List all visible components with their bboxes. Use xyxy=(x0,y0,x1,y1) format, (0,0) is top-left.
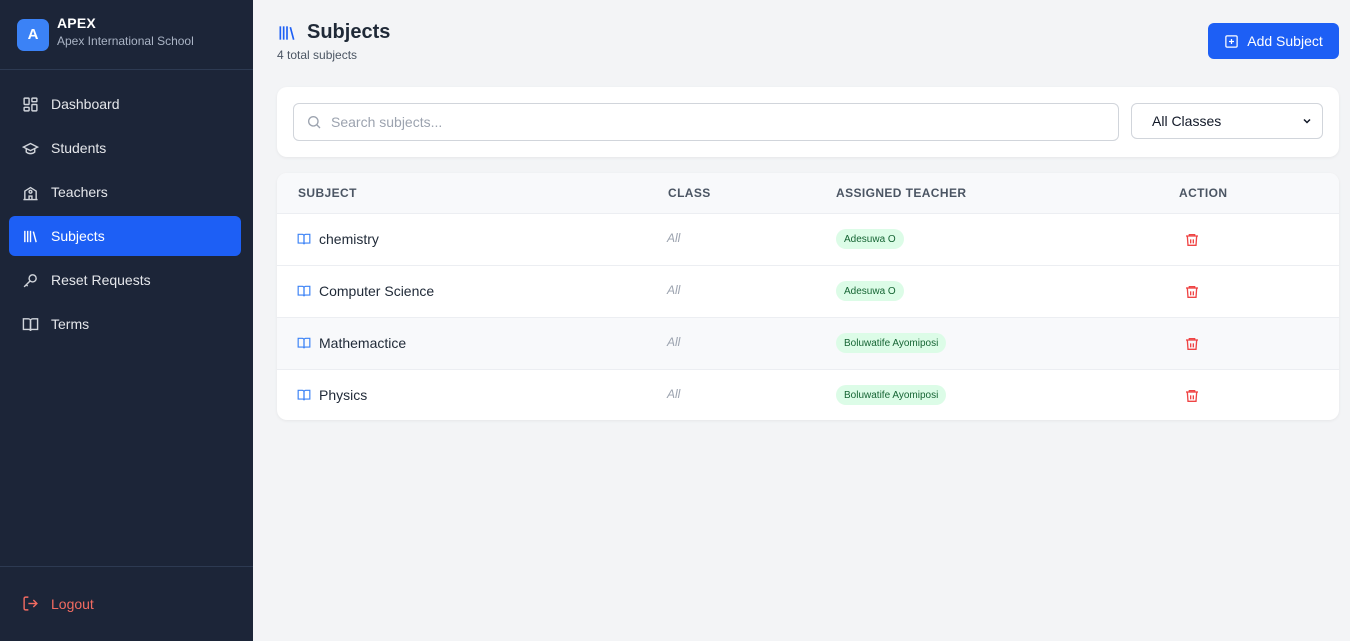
sidebar-item-students[interactable]: Students xyxy=(9,128,241,168)
trash-icon xyxy=(1186,286,1198,298)
delete-button[interactable] xyxy=(1184,284,1200,300)
column-header-action: ACTION xyxy=(1179,186,1228,200)
add-subject-label: Add Subject xyxy=(1247,33,1323,49)
trash-icon xyxy=(1186,338,1198,350)
logout-section: Logout xyxy=(0,566,253,641)
trash-icon xyxy=(1186,234,1198,246)
brand-name: APEX xyxy=(57,15,96,31)
book-open-icon xyxy=(297,284,311,298)
sidebar-item-teachers[interactable]: Teachers xyxy=(9,172,241,212)
sidebar: A APEX Apex International School Dashboa… xyxy=(0,0,253,641)
column-header-subject: SUBJECT xyxy=(298,186,357,200)
graduation-cap-icon xyxy=(22,140,39,157)
search-icon xyxy=(306,114,322,130)
sidebar-item-terms[interactable]: Terms xyxy=(9,304,241,344)
sidebar-item-label: Subjects xyxy=(51,228,105,244)
sidebar-item-label: Teachers xyxy=(51,184,108,200)
main-content: Subjects 4 total subjects Add Subject Al… xyxy=(253,0,1350,641)
subject-cell: Mathemactice xyxy=(297,335,406,351)
subject-count: 4 total subjects xyxy=(277,48,358,62)
delete-button[interactable] xyxy=(1184,336,1200,352)
library-icon xyxy=(277,23,297,43)
sidebar-item-dashboard[interactable]: Dashboard xyxy=(9,84,241,124)
delete-button[interactable] xyxy=(1184,388,1200,404)
search-input[interactable] xyxy=(331,114,1091,130)
sidebar-item-subjects[interactable]: Subjects xyxy=(9,216,241,256)
logout-button[interactable]: Logout xyxy=(22,595,94,612)
table-row: Mathemactice All Boluwatife Ayomiposi xyxy=(277,317,1339,369)
brand-text: APEX Apex International School xyxy=(57,15,194,48)
sidebar-item-label: Students xyxy=(51,140,107,156)
book-open-icon xyxy=(22,316,39,333)
page-title: Subjects xyxy=(307,21,391,43)
class-cell: All xyxy=(667,335,681,349)
sidebar-nav: Dashboard Students Teachers Subjects Res… xyxy=(9,84,241,348)
subject-name: chemistry xyxy=(319,231,379,247)
teacher-badge: Adesuwa O xyxy=(836,281,904,301)
sidebar-item-label: Reset Requests xyxy=(51,272,151,288)
dashboard-icon xyxy=(22,96,39,113)
teacher-badge: Boluwatife Ayomiposi xyxy=(836,333,947,353)
key-icon xyxy=(22,272,39,289)
logout-label: Logout xyxy=(51,595,94,612)
brand: A APEX Apex International School xyxy=(0,0,253,70)
subject-cell: chemistry xyxy=(297,231,379,247)
class-filter-select[interactable]: All Classes xyxy=(1131,103,1323,139)
brand-logo: A xyxy=(17,18,49,51)
subject-cell: Computer Science xyxy=(297,283,434,299)
subjects-table: SUBJECT CLASS ASSIGNED TEACHER ACTION ch… xyxy=(277,173,1339,420)
subject-cell: Physics xyxy=(297,387,367,403)
subject-name: Computer Science xyxy=(319,283,435,299)
teacher-badge: Adesuwa O xyxy=(836,229,904,249)
table-row: chemistry All Adesuwa O xyxy=(277,213,1339,265)
school-icon xyxy=(22,184,39,201)
subject-name: Physics xyxy=(319,387,368,403)
class-cell: All xyxy=(667,283,681,297)
logout-icon xyxy=(22,595,39,612)
page-header: Subjects xyxy=(277,21,390,44)
table-row: Physics All Boluwatife Ayomiposi xyxy=(277,369,1339,420)
book-open-icon xyxy=(297,388,311,402)
column-header-class: CLASS xyxy=(668,186,711,200)
delete-button[interactable] xyxy=(1184,232,1200,248)
library-icon xyxy=(22,228,39,245)
class-filter-value: All Classes xyxy=(1152,113,1222,129)
class-cell: All xyxy=(667,387,681,401)
sidebar-item-label: Dashboard xyxy=(51,96,120,112)
teacher-badge: Boluwatife Ayomiposi xyxy=(836,385,947,405)
chevron-down-icon xyxy=(1301,115,1313,127)
book-open-icon xyxy=(297,336,311,350)
sidebar-item-label: Terms xyxy=(51,316,90,332)
school-name: Apex International School xyxy=(57,34,194,48)
plus-square-icon xyxy=(1224,34,1239,49)
class-cell: All xyxy=(667,231,681,245)
filter-card: All Classes xyxy=(277,87,1339,157)
table-header: SUBJECT CLASS ASSIGNED TEACHER ACTION xyxy=(277,173,1339,213)
column-header-teacher: ASSIGNED TEACHER xyxy=(836,186,967,200)
add-subject-button[interactable]: Add Subject xyxy=(1208,23,1339,59)
book-open-icon xyxy=(297,232,311,246)
trash-icon xyxy=(1186,390,1198,402)
sidebar-item-reset-requests[interactable]: Reset Requests xyxy=(9,260,241,300)
search-box xyxy=(293,103,1119,141)
subject-name: Mathemactice xyxy=(319,335,407,351)
table-row: Computer Science All Adesuwa O xyxy=(277,265,1339,317)
